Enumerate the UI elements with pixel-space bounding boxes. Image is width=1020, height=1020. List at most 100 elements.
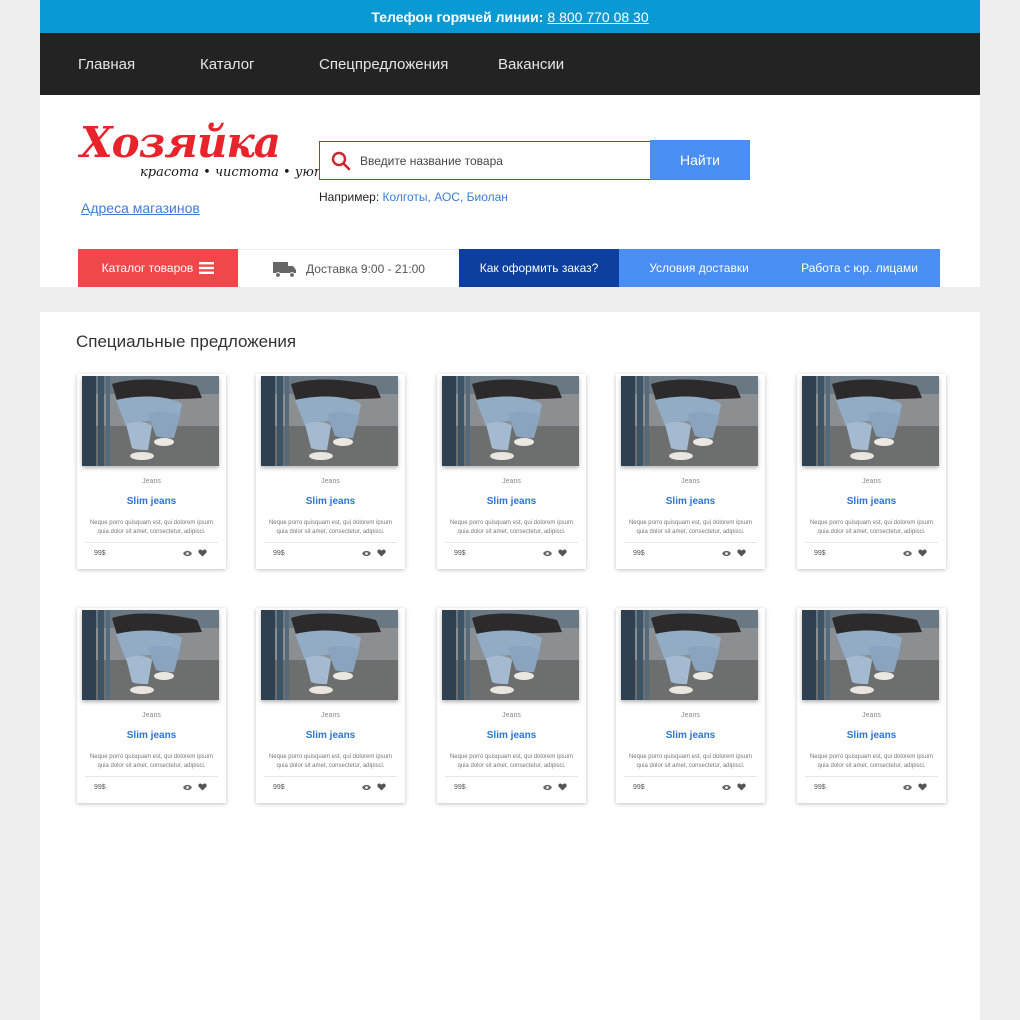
- view-icon[interactable]: [903, 784, 912, 791]
- view-icon[interactable]: [362, 784, 371, 791]
- product-image[interactable]: [802, 610, 939, 700]
- search-examples-links[interactable]: Колготы, АОС, Биолан: [383, 190, 508, 204]
- product-category: Jeans: [681, 712, 700, 719]
- product-photo: [82, 376, 219, 466]
- product-description: Neque porro quisquam est, qui dolorem ip…: [628, 520, 753, 535]
- card-divider: [624, 542, 757, 543]
- catalog-button[interactable]: Каталог товаров: [78, 249, 238, 287]
- product-description: Neque porro quisquam est, qui dolorem ip…: [809, 520, 934, 535]
- search-input[interactable]: [360, 153, 630, 168]
- product-price: 99$: [94, 550, 106, 557]
- product-name[interactable]: Slim jeans: [437, 496, 586, 507]
- favorite-icon[interactable]: [198, 783, 207, 791]
- favorite-icon[interactable]: [918, 783, 927, 791]
- card-divider: [85, 776, 218, 777]
- product-image[interactable]: [802, 376, 939, 466]
- view-icon[interactable]: [722, 550, 731, 557]
- product-card[interactable]: Jeans Slim jeans Neque porro quisquam est,…: [77, 374, 226, 569]
- favorite-icon[interactable]: [918, 549, 927, 557]
- truck-icon: [273, 261, 297, 278]
- product-photo: [621, 610, 758, 700]
- product-price: 99$: [633, 550, 645, 557]
- product-name[interactable]: Slim jeans: [797, 496, 946, 507]
- product-name[interactable]: Slim jeans: [256, 730, 405, 741]
- logo[interactable]: Хозяйка красота • чистота • уют: [80, 118, 326, 183]
- product-price: 99$: [454, 550, 466, 557]
- product-name[interactable]: Slim jeans: [797, 730, 946, 741]
- logo-name: Хозяйка: [80, 118, 281, 167]
- product-name[interactable]: Slim jeans: [616, 730, 765, 741]
- view-icon[interactable]: [903, 550, 912, 557]
- favorite-icon[interactable]: [198, 549, 207, 557]
- view-icon[interactable]: [362, 550, 371, 557]
- card-divider: [264, 542, 397, 543]
- product-image[interactable]: [621, 610, 758, 700]
- hotline-label: Телефон горячей линии:: [371, 8, 544, 25]
- product-photo: [802, 610, 939, 700]
- product-name[interactable]: Slim jeans: [437, 730, 586, 741]
- product-image[interactable]: [621, 376, 758, 466]
- favorite-icon[interactable]: [377, 783, 386, 791]
- product-description: Neque porro quisquam est, qui dolorem ip…: [449, 520, 574, 535]
- product-price: 99$: [454, 784, 466, 791]
- product-description: Neque porro quisquam est, qui dolorem ip…: [268, 754, 393, 769]
- main-nav: Главная Каталог Спецпредложения Вакансии: [40, 33, 980, 95]
- product-name[interactable]: Slim jeans: [256, 496, 405, 507]
- product-name[interactable]: Slim jeans: [616, 496, 765, 507]
- delivery-hours-label: Доставка 9:00 - 21:00: [306, 261, 425, 276]
- store-addresses-link[interactable]: Адреса магазинов: [81, 200, 200, 216]
- product-image[interactable]: [442, 376, 579, 466]
- legal-entities-button[interactable]: Работа с юр. лицами: [779, 249, 940, 287]
- product-photo: [442, 610, 579, 700]
- favorite-icon[interactable]: [558, 783, 567, 791]
- product-card[interactable]: Jeans Slim jeans Neque porro quisquam est,…: [437, 608, 586, 803]
- menu-icon: [199, 262, 215, 274]
- product-card[interactable]: Jeans Slim jeans Neque porro quisquam est,…: [797, 608, 946, 803]
- card-divider: [805, 776, 938, 777]
- product-image[interactable]: [261, 610, 398, 700]
- product-image[interactable]: [442, 610, 579, 700]
- product-card[interactable]: Jeans Slim jeans Neque porro quisquam est,…: [797, 374, 946, 569]
- how-to-order-button[interactable]: Как оформить заказ?: [459, 249, 619, 287]
- product-card[interactable]: Jeans Slim jeans Neque porro quisquam est,…: [616, 608, 765, 803]
- nav-item-home[interactable]: Главная: [78, 56, 135, 73]
- section-title: Специальные предложения: [76, 332, 297, 351]
- product-card[interactable]: Jeans Slim jeans Neque porro quisquam est,…: [256, 374, 405, 569]
- product-card[interactable]: Jeans Slim jeans Neque porro quisquam est,…: [77, 608, 226, 803]
- nav-item-special-offers[interactable]: Спецпредложения: [319, 56, 448, 73]
- nav-item-vacancies[interactable]: Вакансии: [498, 56, 564, 73]
- site-header: Хозяйка красота • чистота • уют Адреса м…: [40, 95, 980, 287]
- product-card[interactable]: Jeans Slim jeans Neque porro quisquam est,…: [437, 374, 586, 569]
- product-photo: [261, 376, 398, 466]
- favorite-icon[interactable]: [377, 549, 386, 557]
- view-icon[interactable]: [183, 784, 192, 791]
- product-photo: [82, 610, 219, 700]
- search-button[interactable]: Найти: [650, 140, 750, 180]
- product-card[interactable]: Jeans Slim jeans Neque porro quisquam est,…: [616, 374, 765, 569]
- view-icon[interactable]: [183, 550, 192, 557]
- product-name[interactable]: Slim jeans: [77, 496, 226, 507]
- card-divider: [85, 542, 218, 543]
- view-icon[interactable]: [722, 784, 731, 791]
- product-card[interactable]: Jeans Slim jeans Neque porro quisquam est,…: [256, 608, 405, 803]
- view-icon[interactable]: [543, 784, 552, 791]
- product-description: Neque porro quisquam est, qui dolorem ip…: [89, 754, 214, 769]
- product-description: Neque porro quisquam est, qui dolorem ip…: [89, 520, 214, 535]
- card-divider: [445, 776, 578, 777]
- product-category: Jeans: [142, 712, 161, 719]
- product-image[interactable]: [82, 610, 219, 700]
- product-description: Neque porro quisquam est, qui dolorem ip…: [809, 754, 934, 769]
- favorite-icon[interactable]: [737, 549, 746, 557]
- product-category: Jeans: [681, 478, 700, 485]
- delivery-terms-button[interactable]: Условия доставки: [619, 249, 779, 287]
- nav-item-catalog[interactable]: Каталог: [200, 56, 255, 73]
- product-image[interactable]: [82, 376, 219, 466]
- product-price: 99$: [273, 550, 285, 557]
- view-icon[interactable]: [543, 550, 552, 557]
- favorite-icon[interactable]: [558, 549, 567, 557]
- hotline-phone-link[interactable]: 8 800 770 08 30: [547, 9, 648, 25]
- product-image[interactable]: [261, 376, 398, 466]
- favorite-icon[interactable]: [737, 783, 746, 791]
- product-name[interactable]: Slim jeans: [77, 730, 226, 741]
- product-price: 99$: [814, 550, 826, 557]
